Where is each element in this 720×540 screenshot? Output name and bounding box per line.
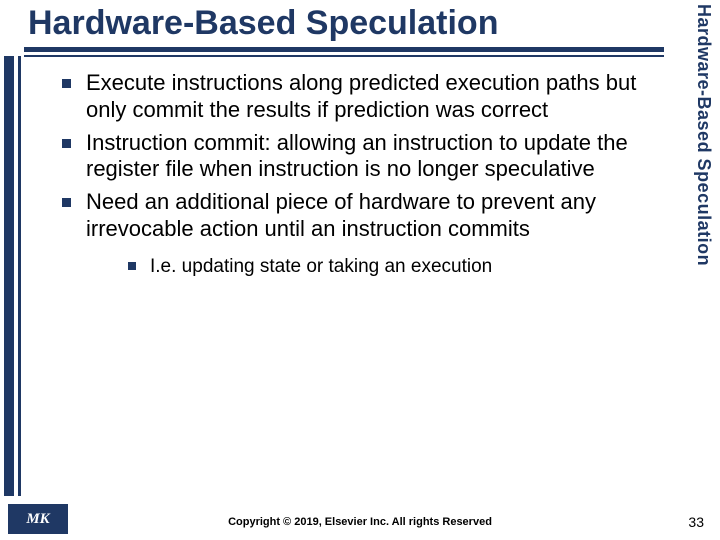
page-number: 33 [688,514,704,530]
title-rule-thick [24,47,664,52]
left-accent-thin [18,56,21,496]
title-rule-thin [24,55,664,57]
footer: MK Copyright © 2019, Elsevier Inc. All r… [0,500,720,540]
slide: Hardware-Based Speculation Hardware-Base… [0,0,720,540]
list-item: Instruction commit: allowing an instruct… [58,130,678,184]
title-bar: Hardware-Based Speculation [24,4,664,52]
list-item: Execute instructions along predicted exe… [58,70,678,124]
side-section-label: Hardware-Based Speculation [693,4,714,266]
slide-title: Hardware-Based Speculation [28,4,498,43]
content-area: Execute instructions along predicted exe… [58,70,678,285]
sub-list-item: I.e. updating state or taking an executi… [126,255,678,279]
list-item: Need an additional piece of hardware to … [58,189,678,278]
left-accent-thick [4,56,14,496]
bullet-list: Execute instructions along predicted exe… [58,70,678,279]
copyright-text: Copyright © 2019, Elsevier Inc. All righ… [0,516,720,528]
list-item-text: Need an additional piece of hardware to … [86,189,596,241]
sub-bullet-list: I.e. updating state or taking an executi… [126,255,678,279]
